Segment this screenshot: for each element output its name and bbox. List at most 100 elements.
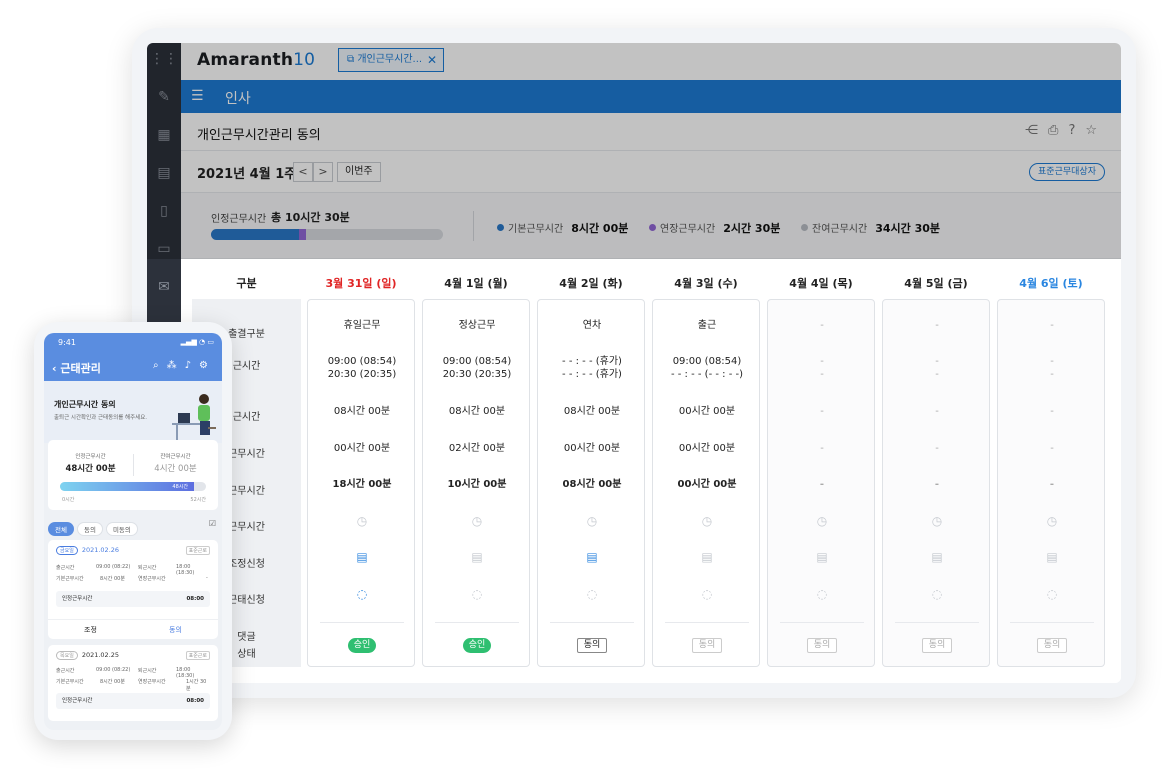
- comment-icon: ◌: [768, 588, 876, 602]
- clock-out-time: -: [820, 369, 824, 380]
- status-cell: 승인: [308, 638, 416, 653]
- legend-dot: [801, 224, 808, 231]
- tab-personal-worktime[interactable]: ⧉ 개인근무시간... ✕: [338, 48, 444, 72]
- filter-all[interactable]: 전체: [48, 522, 74, 536]
- signal-battery-icon: ▂▄▆ ◔ ▭: [180, 338, 214, 346]
- clock-icon[interactable]: ◷: [357, 514, 367, 528]
- status-badge[interactable]: 동의: [691, 638, 723, 653]
- clock-icon[interactable]: ◷: [932, 514, 942, 528]
- standard-worker-button[interactable]: 표준근무대상자: [1029, 163, 1105, 181]
- filter-tabs: 전체 동의 미동의: [48, 517, 141, 536]
- status-badge[interactable]: 동의: [576, 638, 608, 653]
- m-bar-min: 0시간: [62, 497, 75, 503]
- filter-agree[interactable]: 동의: [76, 522, 103, 536]
- search-icon[interactable]: ⌕: [153, 360, 167, 371]
- clock-icon[interactable]: ◷: [817, 514, 827, 528]
- select-checkbox-icon[interactable]: ☑: [209, 519, 216, 528]
- entry-tag: 표준근로: [185, 651, 210, 660]
- calendar-icon[interactable]: ▦: [147, 123, 181, 147]
- status-cell: 동의: [538, 638, 646, 653]
- gear-icon[interactable]: ⚙: [199, 360, 216, 371]
- print-icon[interactable]: ⎙: [1048, 123, 1068, 138]
- bell-icon[interactable]: ♪: [185, 360, 199, 371]
- basic-hours: 00시간 00분: [678, 406, 736, 417]
- status-badge[interactable]: 승인: [462, 638, 492, 653]
- status-badge[interactable]: 동의: [806, 638, 838, 653]
- legend-extended: 연장근무시간 2시간 30분: [649, 220, 780, 236]
- schedule-icon[interactable]: ▤: [147, 161, 181, 185]
- clock-icon[interactable]: ◷: [1047, 514, 1057, 528]
- hamburger-icon[interactable]: ☰: [191, 88, 204, 104]
- entry-date: 목요일 2021.02.25: [56, 651, 119, 660]
- comment-icon[interactable]: ◌: [1047, 587, 1057, 601]
- next-week-button[interactable]: >: [313, 162, 333, 182]
- m-progress-label: 48시간: [172, 484, 188, 490]
- comment-icon[interactable]: ◌: [357, 587, 367, 601]
- mail-icon[interactable]: ✉: [147, 275, 181, 299]
- clock-out-time: - - : - - (- - : - -): [670, 369, 744, 380]
- filter-disagree[interactable]: 미동의: [105, 522, 138, 536]
- clock-icon: ◷: [998, 515, 1106, 529]
- total-hours: -: [819, 479, 825, 490]
- document-icon[interactable]: ▤: [701, 550, 712, 564]
- divider: [473, 211, 474, 241]
- list-item[interactable]: 목요일 2021.02.25 표준근로 출근시간 09:00 (08:22) 퇴근시간…: [48, 645, 218, 721]
- close-icon[interactable]: ✕: [427, 49, 437, 71]
- top-bar: Amaranth10 ⧉ 개인근무시간... ✕: [181, 43, 1121, 80]
- document-icon[interactable]: ▤: [816, 550, 827, 564]
- document-icon[interactable]: ▤: [1046, 550, 1057, 564]
- list-item[interactable]: 금요일 2021.02.26 표준근로 출근시간 09:00 (08:22) 퇴근시간…: [48, 540, 218, 639]
- apps-grid-icon[interactable]: ⋮⋮: [147, 47, 181, 71]
- clock-in-time: -: [1050, 356, 1054, 367]
- agree-button[interactable]: 동의: [133, 620, 218, 640]
- clock-in-time: 09:00 (08:54): [672, 356, 742, 367]
- clock-icon[interactable]: ◷: [702, 514, 712, 528]
- help-icon[interactable]: ?: [1068, 123, 1085, 138]
- total-hours: 18시간 00분: [332, 479, 392, 490]
- banner-subtitle: 출퇴근 시간확인과 근태동의를 해주세요.: [54, 415, 148, 421]
- worktime-grid: 구분 출결구분 근시간 근시간 근무시간 근무시간 근무시간 조정신청 근태신청 댓글 상태 3월…: [181, 259, 1121, 683]
- divider: [780, 622, 864, 623]
- star-icon[interactable]: ☆: [1085, 123, 1107, 138]
- divider: [895, 622, 979, 623]
- clipboard-icon[interactable]: ▯: [147, 199, 181, 223]
- day-header: 3월 31일 (일): [325, 277, 397, 290]
- adjust-button[interactable]: 조정: [48, 620, 133, 640]
- total-hours: 08시간 00분: [562, 479, 622, 490]
- status-badge[interactable]: 동의: [921, 638, 953, 653]
- this-week-button[interactable]: 이번주: [337, 162, 381, 182]
- extended-hours: 00시간 00분: [333, 443, 391, 454]
- clock-in-time: 09:00 (08:54): [327, 356, 397, 367]
- status-cell: 동의: [653, 638, 761, 653]
- comment-icon[interactable]: ◌: [932, 587, 942, 601]
- status-badge[interactable]: 동의: [1036, 638, 1068, 653]
- extended-hours: -: [1050, 443, 1054, 454]
- document-icon[interactable]: ▤: [471, 550, 482, 564]
- attendance-type: 출근: [697, 320, 717, 331]
- attendance-type: 정상근무: [458, 320, 496, 331]
- mobile-header-icons: ⌕⁂♪⚙: [153, 360, 216, 371]
- prev-week-button[interactable]: <: [293, 162, 313, 182]
- gallery-icon[interactable]: ▭: [147, 237, 181, 261]
- entry-actions: 조정 동의: [48, 619, 218, 639]
- document-icon[interactable]: ▤: [931, 550, 942, 564]
- clock-icon[interactable]: ◷: [472, 514, 482, 528]
- base-progress-fill: [211, 229, 300, 240]
- attendance-type: 연차: [582, 320, 602, 331]
- comment-icon[interactable]: ◌: [472, 587, 482, 601]
- share-icon[interactable]: ⋲: [1025, 123, 1048, 138]
- worktime-progress: [211, 229, 443, 240]
- comment-icon[interactable]: ◌: [587, 587, 597, 601]
- comment-icon[interactable]: ◌: [817, 587, 827, 601]
- org-icon[interactable]: ⁂: [167, 360, 185, 371]
- document-icon[interactable]: ▤: [356, 550, 367, 564]
- status-badge[interactable]: 승인: [347, 638, 377, 653]
- clock-icon[interactable]: ◷: [587, 514, 597, 528]
- legend-dot: [649, 224, 656, 231]
- comment-icon[interactable]: ◌: [702, 587, 712, 601]
- total-hours: -: [934, 479, 940, 490]
- pen-icon[interactable]: ✎: [147, 85, 181, 109]
- document-icon[interactable]: ▤: [586, 550, 597, 564]
- status-cell: 동의: [998, 638, 1106, 653]
- m-bar-max: 52시간: [190, 497, 206, 503]
